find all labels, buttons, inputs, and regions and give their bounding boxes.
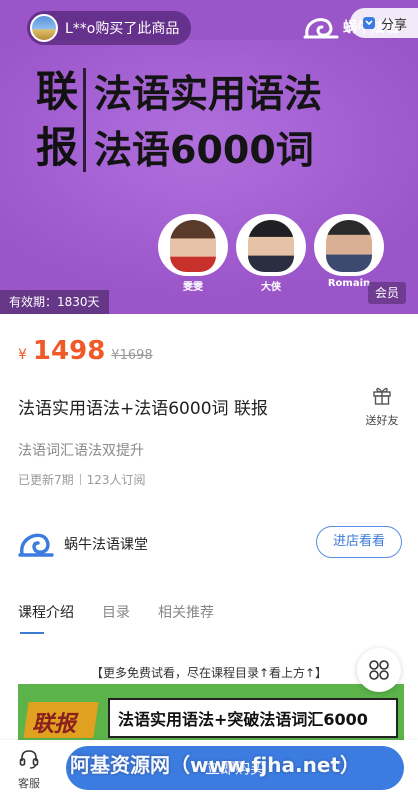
title-line-1: 法语实用语法 [94, 72, 323, 116]
snail-logo-icon [303, 18, 339, 39]
teacher-photo [248, 220, 294, 272]
gift-label: 送好友 [365, 414, 399, 427]
visit-store-button[interactable]: 进店看看 [316, 526, 402, 558]
menu-fab-button[interactable] [357, 648, 401, 692]
customer-service-button[interactable]: 客服 [10, 748, 48, 791]
subscriber-count: 123人订阅 [86, 473, 146, 487]
product-page: L**o购买了此商品 蜗牛法语 分享 联 报 法语实用语法 法语6000词 [0, 0, 418, 801]
gift-icon [373, 387, 391, 405]
course-title-graphic: 联 报 法语实用语法 法语6000词 [26, 64, 336, 182]
product-stats: 已更新7期 123人订阅 [18, 471, 146, 488]
teacher-name: 雯雯 [183, 282, 203, 293]
grid-icon [369, 660, 389, 680]
active-tab-indicator [20, 632, 44, 634]
trial-note: 【更多免费试看，尽在课程目录↑看上方↑】 [90, 666, 328, 680]
share-icon [362, 17, 375, 29]
service-label: 客服 [18, 777, 40, 790]
share-label: 分享 [380, 17, 407, 33]
store-logo-icon [18, 533, 54, 557]
share-button[interactable]: 分享 [350, 8, 418, 38]
buyer-avatar [30, 14, 58, 42]
tab-recommendations[interactable]: 相关推荐 [158, 602, 214, 622]
price-row: ¥ 1498 ¥1698 [18, 336, 153, 366]
teacher-list: 雯雯 大侠 Romain [158, 214, 386, 294]
currency-symbol: ¥ [18, 347, 27, 363]
title-line-2: 法语6000词 [94, 128, 314, 172]
original-price: ¥1698 [111, 348, 153, 363]
teacher-name: 大侠 [261, 282, 281, 293]
product-subtitle: 法语词汇语法双提升 [18, 443, 144, 459]
headset-icon [19, 750, 39, 769]
title-divider [83, 68, 86, 172]
product-title: 法语实用语法+法语6000词 联报 [18, 399, 268, 419]
validity-badge: 有效期：1830天 [0, 290, 109, 314]
promo-text: 法语实用语法+突破法语词汇6000 [118, 710, 368, 729]
course-banner: L**o购买了此商品 蜗牛法语 分享 联 报 法语实用语法 法语6000词 [0, 0, 418, 314]
store-name: 蜗牛法语课堂 [64, 537, 148, 553]
content-tabs: 课程介绍 目录 相关推荐 [18, 602, 242, 622]
teacher-card: 雯雯 [158, 214, 228, 293]
gift-to-friend-button[interactable]: 送好友 [358, 384, 406, 428]
teacher-card: 大侠 [236, 214, 306, 293]
combo-label-top: 联 [36, 67, 80, 116]
teacher-photo [170, 220, 216, 272]
teacher-photo [326, 220, 372, 272]
notification-text: L**o购买了此商品 [65, 21, 180, 37]
tab-catalog[interactable]: 目录 [102, 602, 130, 622]
product-info: ¥ 1498 ¥1698 法语实用语法+法语6000词 联报 送好友 法语词汇语… [0, 314, 418, 578]
tab-course-intro[interactable]: 课程介绍 [18, 602, 74, 622]
current-price: 1498 [32, 336, 106, 366]
watermark-text: 阿基资源网（www.fjha.net） [70, 753, 360, 777]
promo-tag: 联报 [32, 712, 77, 737]
teacher-card: Romain [314, 214, 384, 290]
purchase-notification: L**o购买了此商品 [27, 11, 192, 45]
combo-label-bottom: 报 [36, 123, 80, 172]
store-row: 蜗牛法语课堂 进店看看 [18, 524, 406, 564]
update-count: 已更新7期 [18, 473, 74, 487]
member-badge: 会员 [368, 282, 407, 304]
stats-divider [79, 474, 81, 485]
